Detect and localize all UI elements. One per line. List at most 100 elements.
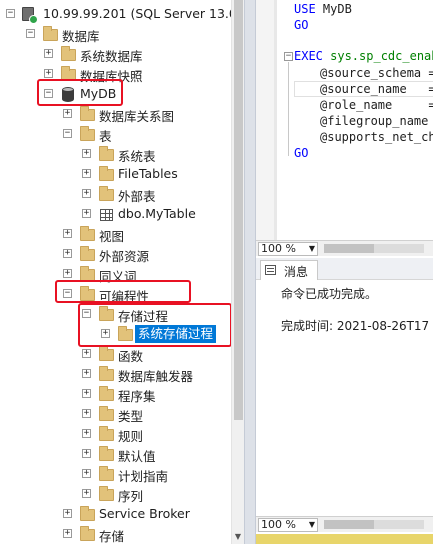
expand-toggle[interactable]: + <box>82 449 91 458</box>
expand-toggle[interactable]: + <box>82 469 91 478</box>
folder-icon <box>80 226 95 241</box>
tree-label: 程序集 <box>118 389 156 404</box>
tree-label: dbo.MyTable <box>118 206 196 221</box>
scrollbar-thumb[interactable] <box>324 520 374 529</box>
folder-icon <box>80 506 95 521</box>
tree-label: 外部资源 <box>99 249 150 264</box>
zoom-value: 100 % <box>261 242 296 255</box>
results-tab-bar: 消息 <box>256 258 433 280</box>
zoom-value: 100 % <box>261 518 296 531</box>
tree-label: 计划指南 <box>118 469 169 484</box>
tab-messages[interactable]: 消息 <box>260 260 318 280</box>
collapse-toggle[interactable]: − <box>6 9 15 18</box>
folder-icon <box>99 146 114 161</box>
editor-change-bar <box>274 0 277 240</box>
expand-toggle[interactable]: + <box>63 269 72 278</box>
object-explorer: − 10.99.99.201 (SQL Server 13.0.50 − 数据库… <box>0 0 244 544</box>
folder-icon <box>80 126 95 141</box>
zoom-dropdown[interactable]: 100 % ▼ <box>258 518 318 532</box>
expand-toggle[interactable]: + <box>82 369 91 378</box>
folder-icon <box>99 406 114 421</box>
folder-icon <box>43 26 58 41</box>
expand-toggle[interactable]: + <box>82 209 91 218</box>
expand-toggle[interactable]: + <box>63 229 72 238</box>
highlight-box-mydb <box>37 79 123 106</box>
tree-label: 表 <box>99 129 112 144</box>
tree-label: 系统表 <box>118 149 156 164</box>
scrollbar-thumb[interactable] <box>234 0 243 420</box>
server-icon <box>22 7 38 24</box>
code-system-object: sys.sp_cdc_enab <box>322 49 433 63</box>
code-text: MyDB <box>315 2 352 16</box>
editor-gutter <box>256 0 276 240</box>
code-keyword: USE <box>294 2 316 16</box>
code-line-9: GO <box>294 146 309 160</box>
expand-toggle[interactable]: + <box>82 149 91 158</box>
expand-toggle[interactable]: + <box>44 49 53 58</box>
fold-guide <box>288 62 289 156</box>
folder-icon <box>61 46 76 61</box>
tree-label: 数据库关系图 <box>99 109 175 124</box>
scrollbar-thumb[interactable] <box>324 244 374 253</box>
highlight-box-stored-procedures <box>78 303 232 347</box>
editor-zoom-bar: 100 % ▼ <box>256 240 433 256</box>
expand-toggle[interactable]: + <box>82 409 91 418</box>
editor-horizontal-scrollbar[interactable] <box>324 244 424 253</box>
code-line-4: @source_schema = <box>320 66 433 80</box>
results-zoom-bar: 100 % ▼ <box>256 516 433 532</box>
tree-label: 规则 <box>118 429 144 444</box>
folder-icon <box>80 526 95 541</box>
chevron-down-icon: ▼ <box>308 520 315 529</box>
code-line-7: @filegroup_name <box>320 114 429 128</box>
expand-toggle[interactable]: + <box>82 489 91 498</box>
code-line-8: @supports_net_ch <box>320 130 433 144</box>
tree-label: 存储 <box>99 529 125 544</box>
highlight-box-programmability <box>55 280 191 303</box>
code-keyword: EXEC <box>294 49 323 63</box>
results-horizontal-scrollbar[interactable] <box>324 520 424 529</box>
tree-label: FileTables <box>118 166 178 181</box>
code-line-5: @source_name = <box>320 82 433 96</box>
expand-toggle[interactable]: + <box>82 429 91 438</box>
folder-icon <box>99 186 114 201</box>
expand-toggle[interactable]: + <box>63 109 72 118</box>
explorer-vertical-scrollbar[interactable]: ▼ <box>231 0 244 544</box>
server-label: 10.99.99.201 (SQL Server 13.0.50 <box>43 6 244 21</box>
expand-toggle[interactable]: + <box>63 249 72 258</box>
expand-toggle[interactable]: + <box>63 529 72 538</box>
collapse-region-icon[interactable]: − <box>284 52 293 61</box>
query-editor[interactable]: USE MyDB GO − EXEC sys.sp_cdc_enab @sour… <box>256 0 433 240</box>
message-icon <box>265 265 276 275</box>
expand-toggle[interactable]: + <box>63 509 72 518</box>
tree-label: 系统数据库 <box>80 49 143 64</box>
tree-label: 类型 <box>118 409 144 424</box>
folder-icon <box>99 166 114 181</box>
folder-icon <box>80 106 95 121</box>
code-line-6: @role_name = <box>320 98 433 112</box>
table-icon <box>100 209 113 221</box>
folder-icon <box>99 466 114 481</box>
tree-label: 函数 <box>118 349 144 364</box>
tree-label: 序列 <box>118 489 144 504</box>
message-line-1: 命令已成功完成。 <box>281 287 378 301</box>
folder-icon <box>99 486 114 501</box>
scroll-down-arrow-icon[interactable]: ▼ <box>232 530 244 544</box>
expand-toggle[interactable]: + <box>44 69 53 78</box>
tree-label: 数据库触发器 <box>118 369 194 384</box>
folder-icon <box>99 386 114 401</box>
expand-toggle[interactable]: + <box>82 189 91 198</box>
folder-icon <box>80 246 95 261</box>
zoom-dropdown[interactable]: 100 % ▼ <box>258 242 318 256</box>
tree-label: 数据库 <box>62 29 100 44</box>
status-bar <box>256 534 433 544</box>
collapse-toggle[interactable]: − <box>26 29 35 38</box>
folder-icon <box>99 366 114 381</box>
folder-icon <box>99 446 114 461</box>
collapse-toggle[interactable]: − <box>63 129 72 138</box>
expand-toggle[interactable]: + <box>82 389 91 398</box>
tree-label: 默认值 <box>118 449 156 464</box>
tree-label: Service Broker <box>99 506 190 521</box>
expand-toggle[interactable]: + <box>82 169 91 178</box>
expand-toggle[interactable]: + <box>82 349 91 358</box>
pane-splitter[interactable] <box>244 0 256 544</box>
